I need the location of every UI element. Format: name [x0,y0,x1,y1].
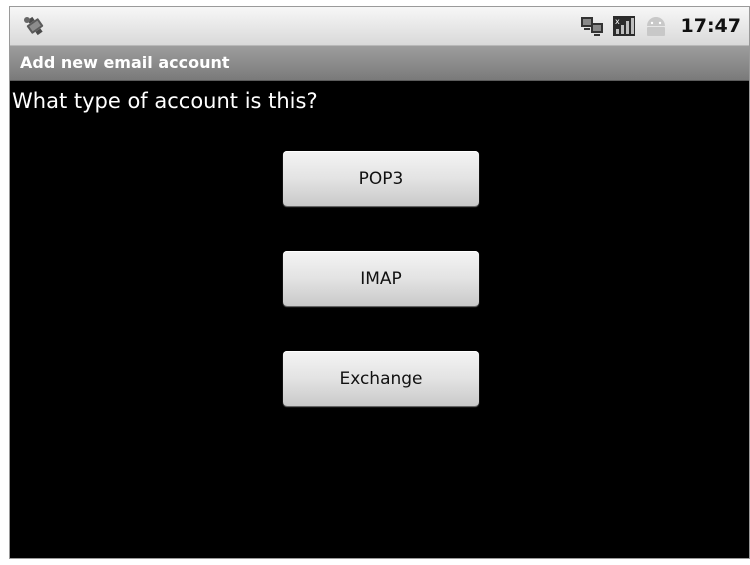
account-type-question: What type of account is this? [12,89,318,113]
network-icon [580,17,603,36]
status-icons: x 17:47 [579,7,741,45]
status-clock: 17:47 [680,15,741,37]
usb-debug-icon [24,16,44,36]
svg-text:x: x [615,17,620,26]
title-bar: Add new email account [10,46,749,81]
pop3-button[interactable]: POP3 [283,151,479,206]
imap-button[interactable]: IMAP [283,251,479,306]
status-bar: x 17:47 [10,7,749,46]
signal-icon: x [612,16,635,36]
android-icon [646,17,665,36]
exchange-button[interactable]: Exchange [283,351,479,406]
window-title: Add new email account [20,53,230,72]
app-window: x 17:47 Add new email account What type … [9,6,750,559]
